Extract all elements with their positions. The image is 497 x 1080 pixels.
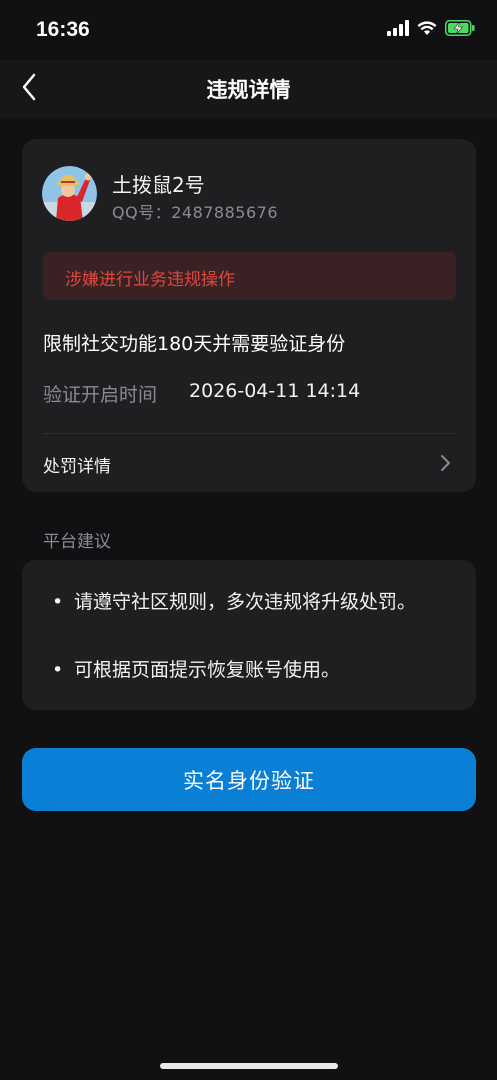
violation-reason-banner: 涉嫌进行业务违规操作: [43, 252, 456, 300]
status-icons: [387, 20, 475, 40]
cellular-signal-icon: [387, 20, 409, 40]
status-bar: 16:36: [0, 0, 497, 60]
wifi-icon: [417, 20, 437, 40]
restriction-description: 限制社交功能180天并需要验证身份: [43, 333, 346, 355]
page-title: 违规详情: [206, 78, 291, 102]
qq-number: 2487885676: [171, 203, 278, 222]
advice-text: 请遵守社区规则，多次违规将升级处罚。: [74, 591, 417, 613]
violation-reason: 涉嫌进行业务违规操作: [65, 270, 235, 290]
user-name: 土拨鼠2号: [112, 173, 205, 197]
battery-charging-icon: [445, 20, 475, 40]
real-name-verification-label: 实名身份验证: [183, 768, 315, 793]
nav-bar: 违规详情: [0, 60, 497, 118]
advice-item: • 请遵守社区规则，多次违规将升级处罚。: [52, 587, 454, 617]
verify-time-label: 验证开启时间: [43, 384, 158, 406]
qq-number-line: QQ号：2487885676: [112, 199, 278, 223]
violation-card: 土拨鼠2号 QQ号：2487885676 涉嫌进行业务违规操作 限制社交功能18…: [22, 139, 476, 492]
advice-item: • 可根据页面提示恢复账号使用。: [52, 655, 454, 685]
real-name-verification-button[interactable]: 实名身份验证: [22, 748, 476, 811]
qq-label: QQ号：: [112, 203, 172, 222]
chevron-right-icon: [436, 453, 454, 473]
penalty-details-row[interactable]: 处罚详情: [22, 434, 476, 492]
verify-time-value: 2026-04-11 14:14: [189, 380, 361, 402]
penalty-details-label: 处罚详情: [43, 457, 111, 477]
advice-text: 可根据页面提示恢复账号使用。: [74, 659, 341, 681]
platform-advice-card: • 请遵守社区规则，多次违规将升级处罚。 • 可根据页面提示恢复账号使用。: [22, 560, 476, 710]
status-time: 16:36: [36, 18, 90, 41]
platform-advice-title: 平台建议: [43, 532, 111, 552]
home-indicator[interactable]: [160, 1063, 338, 1069]
violation-details-screen: 16:36 违规详情 土拨鼠2号 QQ号：2487885676 涉嫌进行业务违规…: [0, 0, 497, 1080]
bullet: •: [52, 659, 64, 681]
bullet: •: [52, 591, 64, 613]
avatar: [42, 166, 97, 221]
